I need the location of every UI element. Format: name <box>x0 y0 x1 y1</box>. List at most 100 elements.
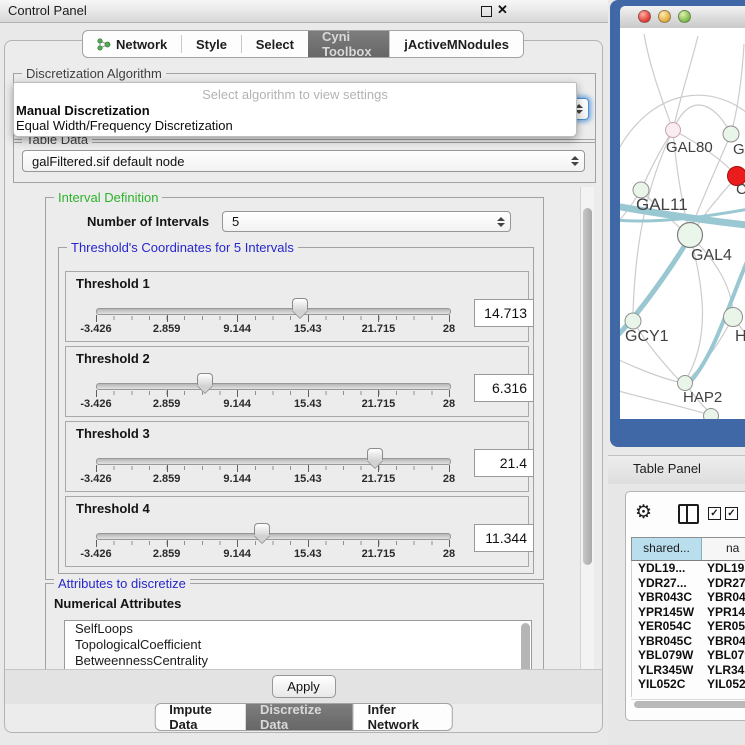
threshold-4-value-field[interactable]: 11.344 <box>474 524 534 552</box>
table-row[interactable]: YDR27...YDR27... <box>632 576 745 591</box>
table-row[interactable]: YIL052CYIL052C <box>632 677 745 692</box>
zoom-traffic-light[interactable] <box>678 10 691 23</box>
tick <box>449 315 450 322</box>
cell[interactable]: YDR27... <box>632 576 703 591</box>
tick-label: -3.426 <box>80 473 111 485</box>
table-row[interactable]: YER054CYER054C <box>632 619 745 634</box>
columns-icon[interactable] <box>678 504 699 524</box>
table-row[interactable]: YPR145WYPR145W <box>632 605 745 620</box>
table-row[interactable]: YBR043CYBR043C <box>632 590 745 605</box>
cell[interactable]: YBL079W <box>703 648 745 663</box>
list-scrollbar[interactable] <box>521 623 530 669</box>
checkbox-icon[interactable]: ✓ <box>708 507 721 520</box>
minimize-traffic-light[interactable] <box>658 10 671 23</box>
slider-minor-ticks <box>96 541 450 545</box>
scrollbar-thumb[interactable] <box>583 208 592 565</box>
node-gal4[interactable] <box>678 223 703 248</box>
column-header-name[interactable]: na <box>702 538 745 560</box>
cell[interactable]: YDL19... <box>703 561 745 576</box>
threshold-3-value-field[interactable]: 21.4 <box>474 449 534 477</box>
dropdown-option-equal-width-frequency[interactable]: Equal Width/Frequency Discretization <box>16 118 233 133</box>
threshold-3-slider[interactable] <box>96 458 451 465</box>
threshold-3-slider-thumb[interactable] <box>367 448 383 460</box>
node-label-hap2: HAP2 <box>683 389 722 406</box>
tab-discretize-data[interactable]: Discretize Data <box>246 704 353 730</box>
cell[interactable]: YBL079W <box>632 648 703 663</box>
dropdown-hint: Select algorithm to view settings <box>14 87 576 102</box>
dropdown-option-manual-discretization[interactable]: Manual Discretization <box>16 103 150 118</box>
gear-icon[interactable]: ⚙ <box>635 502 652 524</box>
cell[interactable]: YDL19... <box>632 561 703 576</box>
table-data-combobox[interactable]: galFiltered.sif default node <box>22 150 585 172</box>
tick-label: 2.859 <box>153 473 181 485</box>
close-icon[interactable]: ✕ <box>497 2 508 18</box>
scrollbar-thumb[interactable] <box>634 701 745 708</box>
threshold-2-slider[interactable] <box>96 383 451 390</box>
threshold-4-slider[interactable] <box>96 533 451 540</box>
table-row[interactable]: YLR345WYLR345W <box>632 663 745 678</box>
tab-infer-network[interactable]: Infer Network <box>353 704 452 730</box>
tick <box>167 315 168 322</box>
tab-network[interactable]: Network <box>83 31 181 57</box>
list-item[interactable]: SelfLoops <box>65 621 531 637</box>
node-pink[interactable] <box>666 123 681 138</box>
thresholds-group-title: Threshold's Coordinates for 5 Intervals <box>67 240 298 255</box>
network-canvas[interactable]: GAL80 GA C GAL11 GAL4 GCY1 H HAP2 <box>620 28 745 419</box>
tab-impute-data[interactable]: Impute Data <box>155 704 246 730</box>
threshold-2-slider-thumb[interactable] <box>197 373 213 385</box>
column-header-shared[interactable]: shared... <box>632 538 702 560</box>
tick <box>96 465 97 472</box>
cell[interactable]: YBR043C <box>632 590 703 605</box>
tab-cyni-toolbox-label: Cyni Toolbox <box>322 30 375 58</box>
table-row[interactable]: YBL079WYBL079W <box>632 648 745 663</box>
algorithm-dropdown-popup: Select algorithm to view settings Manual… <box>13 82 577 137</box>
table-row[interactable]: YBR045CYBR045C <box>632 634 745 649</box>
cell[interactable]: YDR27... <box>703 576 745 591</box>
list-item[interactable]: BetweennessCentrality <box>65 653 531 669</box>
threshold-1-value-field[interactable]: 14.713 <box>474 299 534 327</box>
cell[interactable]: YLR345W <box>632 663 703 678</box>
apply-button[interactable]: Apply <box>272 675 336 698</box>
cell[interactable]: YPR145W <box>632 605 703 620</box>
tick <box>449 390 450 397</box>
cell[interactable]: YIL052C <box>632 677 703 692</box>
cell[interactable]: YIL052C <box>703 677 745 692</box>
node-bottom[interactable] <box>704 409 719 420</box>
checkbox-icon[interactable]: ✓ <box>725 507 738 520</box>
cell[interactable]: YER054C <box>632 619 703 634</box>
close-traffic-light[interactable] <box>638 10 651 23</box>
list-item[interactable]: TopologicalCoefficient <box>65 637 531 653</box>
tab-style[interactable]: Style <box>182 31 241 57</box>
threshold-1-slider[interactable] <box>96 308 451 315</box>
number-of-intervals-combobox[interactable]: 5 <box>222 211 511 232</box>
tick-label: 15.43 <box>294 398 322 410</box>
number-of-intervals-label: Number of Intervals <box>87 214 209 229</box>
tab-cyni-toolbox[interactable]: Cyni Toolbox <box>308 31 389 57</box>
node-gcy1[interactable] <box>625 313 641 329</box>
tab-jactivemnodules-label: jActiveMNodules <box>404 37 509 52</box>
threshold-2-value-field[interactable]: 6.316 <box>474 374 534 402</box>
node-green-top-right[interactable] <box>723 126 739 142</box>
tab-select[interactable]: Select <box>242 31 308 57</box>
node-green-right[interactable] <box>724 308 743 327</box>
tick <box>237 390 238 397</box>
threshold-panel-3: Threshold 3 -3.426 2.859 9.144 15.43 21.… <box>65 421 529 492</box>
threshold-4-label: Threshold 4 <box>76 501 150 516</box>
cell[interactable]: YBR043C <box>703 590 745 605</box>
interval-definition-group: Interval Definition Number of Intervals … <box>45 197 544 580</box>
table-horizontal-scrollbar[interactable] <box>631 699 745 710</box>
threshold-1-slider-thumb[interactable] <box>292 298 308 310</box>
numerical-attributes-list[interactable]: SelfLoops TopologicalCoefficient Between… <box>64 620 532 669</box>
cell[interactable]: YBR045C <box>703 634 745 649</box>
float-window-icon[interactable] <box>481 6 492 17</box>
cell[interactable]: YBR045C <box>632 634 703 649</box>
cell[interactable]: YLR345W <box>703 663 745 678</box>
tick-label: 2.859 <box>153 323 181 335</box>
tick-label: 28 <box>443 398 455 410</box>
threshold-4-slider-thumb[interactable] <box>254 523 270 535</box>
cell[interactable]: YER054C <box>703 619 745 634</box>
settings-vertical-scrollbar[interactable] <box>580 187 594 669</box>
tab-jactivemnodules[interactable]: jActiveMNodules <box>389 31 523 57</box>
cell[interactable]: YPR145W <box>703 605 745 620</box>
table-row[interactable]: YDL19...YDL19... <box>632 561 745 576</box>
